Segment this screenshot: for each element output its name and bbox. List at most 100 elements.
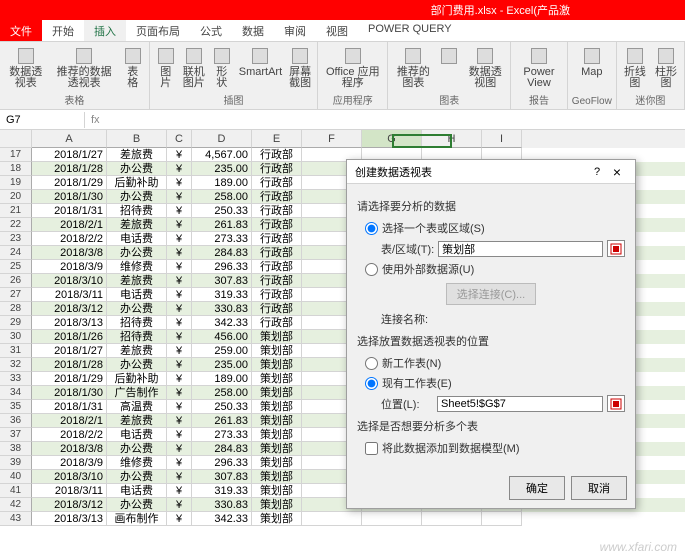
ribbon-charts-item[interactable]: 数据透视图	[464, 44, 506, 91]
location-picker-icon[interactable]	[607, 395, 625, 412]
cell[interactable]: 行政部	[252, 288, 302, 302]
cell[interactable]: 行政部	[252, 260, 302, 274]
cell[interactable]: 办公费	[107, 442, 167, 456]
close-icon[interactable]: ×	[607, 164, 627, 180]
fx-icon[interactable]: fx	[85, 114, 106, 126]
radio-select-range[interactable]: 选择一个表或区域(S)	[365, 220, 625, 236]
cell[interactable]: 2018/1/27	[32, 148, 107, 162]
cell[interactable]: 250.33	[192, 204, 252, 218]
cell[interactable]: ¥	[167, 428, 192, 442]
select-all-corner[interactable]	[0, 130, 32, 148]
row-header[interactable]: 23	[0, 232, 32, 246]
cell[interactable]: 行政部	[252, 190, 302, 204]
cell[interactable]: 235.00	[192, 162, 252, 176]
row-header[interactable]: 20	[0, 190, 32, 204]
cell[interactable]: 行政部	[252, 218, 302, 232]
cell[interactable]: 284.83	[192, 442, 252, 456]
cell[interactable]: 差旅费	[107, 274, 167, 288]
cell[interactable]: 273.33	[192, 428, 252, 442]
tab-powerquery[interactable]: POWER QUERY	[358, 20, 462, 41]
cell[interactable]: 4,567.00	[192, 148, 252, 162]
cell[interactable]: 办公费	[107, 162, 167, 176]
ribbon-spark-item[interactable]: 柱形图	[652, 44, 680, 91]
cell[interactable]: ¥	[167, 302, 192, 316]
cell[interactable]: 策划部	[252, 498, 302, 512]
ribbon-illus-item[interactable]: 图片	[154, 44, 178, 91]
cell[interactable]: 2018/1/31	[32, 400, 107, 414]
cell[interactable]: 2018/3/12	[32, 498, 107, 512]
cell[interactable]: 2018/1/30	[32, 190, 107, 204]
cell[interactable]	[422, 512, 482, 526]
cell[interactable]: 行政部	[252, 302, 302, 316]
cell[interactable]: 2018/3/8	[32, 442, 107, 456]
cell[interactable]: 2018/3/10	[32, 470, 107, 484]
table-row[interactable]: 432018/3/13画布制作¥342.33策划部	[0, 512, 685, 526]
cell[interactable]: ¥	[167, 414, 192, 428]
cell[interactable]: ¥	[167, 358, 192, 372]
row-header[interactable]: 37	[0, 428, 32, 442]
radio-existing-sheet[interactable]: 现有工作表(E)	[365, 375, 625, 391]
cell[interactable]: ¥	[167, 344, 192, 358]
cell[interactable]: ¥	[167, 330, 192, 344]
cell[interactable]: ¥	[167, 316, 192, 330]
cell[interactable]: 广告制作	[107, 386, 167, 400]
help-icon[interactable]: ?	[587, 166, 607, 178]
row-header[interactable]: 27	[0, 288, 32, 302]
cell[interactable]: 画布制作	[107, 512, 167, 526]
cell[interactable]: 2018/3/11	[32, 484, 107, 498]
location-input[interactable]	[437, 396, 603, 412]
col-header-A[interactable]: A	[32, 130, 107, 148]
cell[interactable]: 行政部	[252, 204, 302, 218]
cell[interactable]: 2018/3/8	[32, 246, 107, 260]
cell[interactable]: 维修费	[107, 456, 167, 470]
dialog-titlebar[interactable]: 创建数据透视表 ? ×	[347, 160, 635, 184]
table-range-input[interactable]	[438, 241, 603, 257]
cell[interactable]: 办公费	[107, 246, 167, 260]
cell[interactable]: 策划部	[252, 386, 302, 400]
cell[interactable]: 2018/3/9	[32, 260, 107, 274]
row-header[interactable]: 34	[0, 386, 32, 400]
cell[interactable]: 307.83	[192, 274, 252, 288]
radio-new-sheet-input[interactable]	[365, 357, 378, 370]
cell[interactable]: 2018/3/13	[32, 316, 107, 330]
cell[interactable]: 2018/1/30	[32, 386, 107, 400]
ribbon-tables-item[interactable]: 表格	[121, 44, 145, 91]
cell[interactable]: 296.33	[192, 260, 252, 274]
cell[interactable]: ¥	[167, 204, 192, 218]
tab-formula[interactable]: 公式	[190, 20, 232, 41]
cell[interactable]: 电话费	[107, 428, 167, 442]
ribbon-illus-item[interactable]: 联机图片	[181, 44, 207, 91]
tab-home[interactable]: 开始	[42, 20, 84, 41]
ribbon-illus-item[interactable]: SmartArt	[237, 44, 284, 80]
cell[interactable]: 189.00	[192, 176, 252, 190]
cell[interactable]: ¥	[167, 512, 192, 526]
cell[interactable]: 差旅费	[107, 218, 167, 232]
row-header[interactable]: 21	[0, 204, 32, 218]
cell[interactable]: 策划部	[252, 414, 302, 428]
cell[interactable]: 2018/1/28	[32, 358, 107, 372]
cell[interactable]: 策划部	[252, 442, 302, 456]
cell[interactable]: 456.00	[192, 330, 252, 344]
cell[interactable]: 策划部	[252, 330, 302, 344]
checkbox-data-model-input[interactable]	[365, 442, 378, 455]
cell[interactable]: 电话费	[107, 288, 167, 302]
cell[interactable]: 高温费	[107, 400, 167, 414]
row-header[interactable]: 30	[0, 330, 32, 344]
row-header[interactable]: 39	[0, 456, 32, 470]
col-header-F[interactable]: F	[302, 130, 362, 148]
tab-review[interactable]: 审阅	[274, 20, 316, 41]
cell[interactable]: ¥	[167, 162, 192, 176]
cancel-button[interactable]: 取消	[571, 476, 627, 500]
cell[interactable]: 235.00	[192, 358, 252, 372]
row-header[interactable]: 25	[0, 260, 32, 274]
radio-external-source[interactable]: 使用外部数据源(U)	[365, 261, 625, 277]
cell[interactable]: 招待费	[107, 316, 167, 330]
col-header-I[interactable]: I	[482, 130, 522, 148]
cell[interactable]: ¥	[167, 484, 192, 498]
row-header[interactable]: 29	[0, 316, 32, 330]
cell[interactable]: 259.00	[192, 344, 252, 358]
row-header[interactable]: 22	[0, 218, 32, 232]
col-header-G[interactable]: G	[362, 130, 422, 148]
cell[interactable]: 2018/3/10	[32, 274, 107, 288]
cell[interactable]: 差旅费	[107, 414, 167, 428]
